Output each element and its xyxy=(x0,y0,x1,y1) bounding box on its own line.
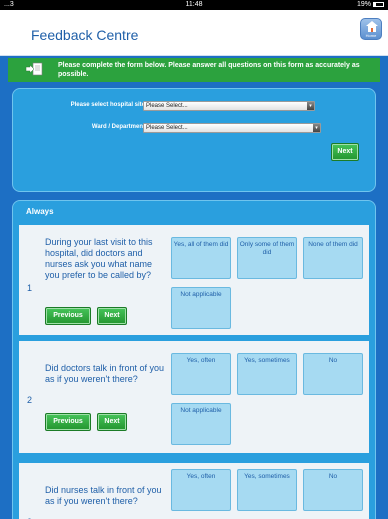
dropdown-arrow-icon: ▾ xyxy=(313,124,320,132)
form-arrow-icon xyxy=(25,62,43,76)
section-header: Always xyxy=(13,201,375,223)
answer-option[interactable]: Not applicable xyxy=(171,287,231,329)
answer-option[interactable]: None of them did xyxy=(303,237,363,279)
previous-button[interactable]: Previous xyxy=(45,307,91,325)
home-button[interactable]: Home xyxy=(360,18,382,40)
location-form-panel: Please select hospital site Please Selec… xyxy=(12,88,376,192)
answer-option[interactable]: No xyxy=(303,469,363,511)
answer-option[interactable]: Yes, often xyxy=(171,469,231,511)
question-card: 1 During your last visit to this hospita… xyxy=(19,225,369,335)
hospital-field-row: Please select hospital site xyxy=(27,101,145,111)
clock: 11:48 xyxy=(185,1,203,8)
page-title: Feedback Centre xyxy=(31,27,139,43)
answer-option[interactable]: Yes, sometimes xyxy=(237,353,297,395)
question-number: 1 xyxy=(27,283,33,293)
status-bar: ...3 11:48 19% xyxy=(0,0,388,10)
answer-option[interactable]: No xyxy=(303,353,363,395)
battery-status: 19% xyxy=(357,0,384,10)
next-button[interactable]: Next xyxy=(97,413,127,431)
answer-option[interactable]: Yes, all of them did xyxy=(171,237,231,279)
hospital-select-value: Please Select... xyxy=(146,103,188,109)
question-text: Did nurses talk in front of you as if yo… xyxy=(45,485,162,506)
next-button[interactable]: Next xyxy=(97,307,127,325)
answer-option[interactable]: Yes, often xyxy=(171,353,231,395)
home-icon xyxy=(366,21,378,32)
home-label: Home xyxy=(365,33,377,38)
app-header: Feedback Centre Home xyxy=(0,10,388,56)
answer-option[interactable]: Not applicable xyxy=(171,403,231,445)
question-card: 2 Did doctors talk in front of you as if… xyxy=(19,341,369,453)
form-next-button[interactable]: Next xyxy=(331,143,359,161)
questions-panel: Always 1 During your last visit to this … xyxy=(12,200,376,519)
hospital-select[interactable]: Please Select... ▾ xyxy=(143,101,315,111)
ward-select[interactable]: Please Select... ▾ xyxy=(143,123,321,133)
previous-button[interactable]: Previous xyxy=(45,413,91,431)
instruction-banner: Please complete the form below. Please a… xyxy=(8,58,380,82)
question-card: 3 Did nurses talk in front of you as if … xyxy=(19,463,369,519)
battery-icon xyxy=(373,1,384,7)
question-text: Did doctors talk in front of you as if y… xyxy=(45,363,165,384)
question-number: 2 xyxy=(27,395,33,405)
ward-label: Ward / Department xyxy=(91,124,145,130)
dropdown-arrow-icon: ▾ xyxy=(307,102,314,110)
ward-field-row: Ward / Department xyxy=(27,123,145,133)
answer-option[interactable]: Only some of them did xyxy=(237,237,297,279)
answer-option[interactable]: Yes, sometimes xyxy=(237,469,297,511)
battery-percent: 19% xyxy=(356,1,371,8)
question-text: During your last visit to this hospital,… xyxy=(45,237,153,280)
ward-select-value: Please Select... xyxy=(146,125,188,131)
hospital-label: Please select hospital site xyxy=(70,102,145,108)
instruction-text: Please complete the form below. Please a… xyxy=(58,62,360,78)
